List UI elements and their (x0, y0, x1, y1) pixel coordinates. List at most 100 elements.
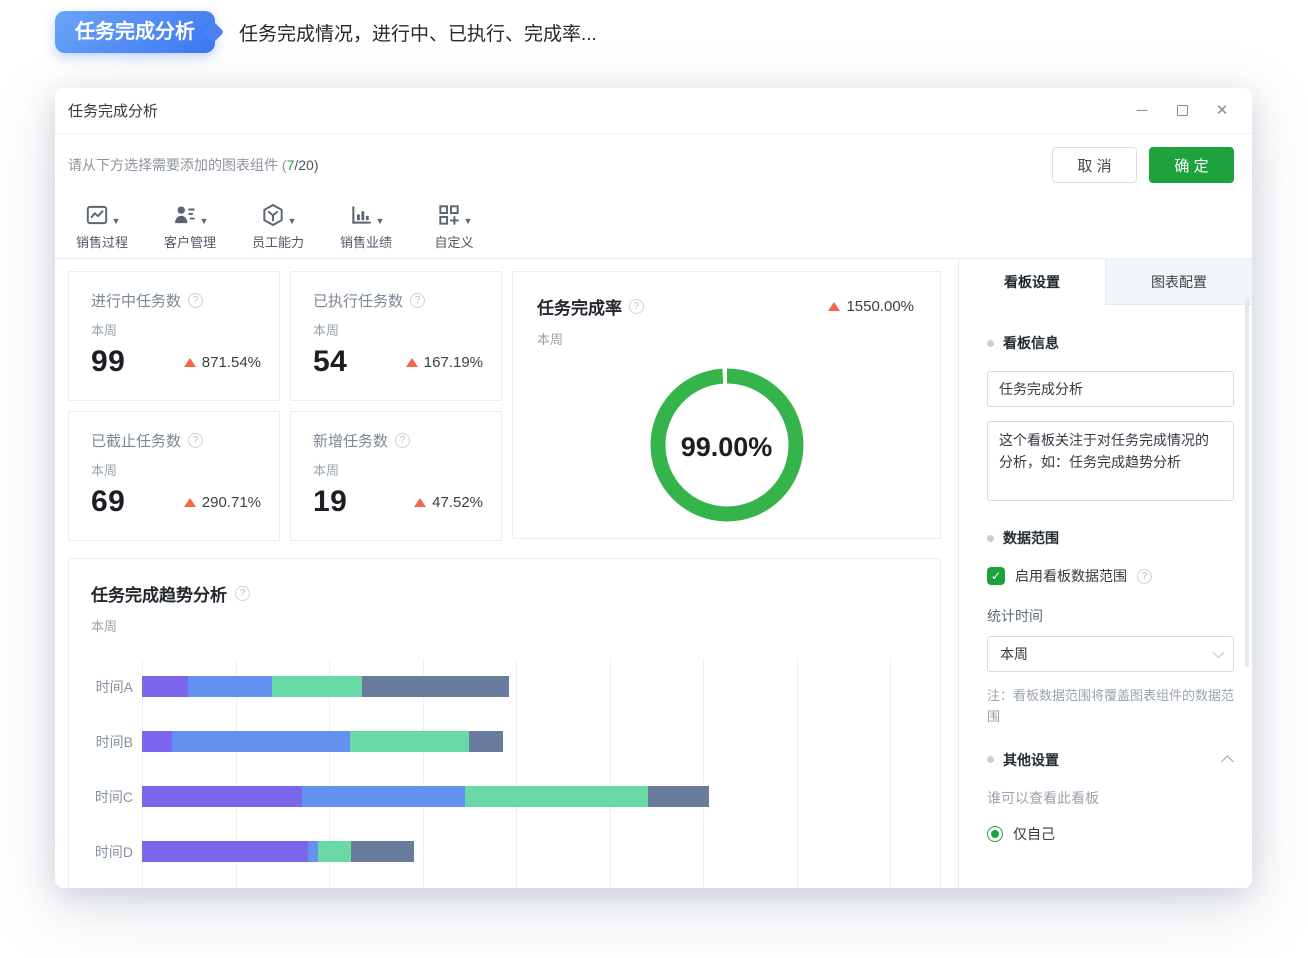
count-total: /20) (294, 157, 318, 173)
segment-slate (362, 676, 509, 697)
select-value: 本周 (1000, 644, 1028, 664)
stat-card-delta: 47.52% (414, 494, 485, 511)
radio-selected-icon (987, 826, 1003, 842)
stat-card-in-progress[interactable]: 进行中任务数 ? 本周 99 871.54% (68, 271, 280, 401)
confirm-button[interactable]: 确 定 (1149, 147, 1234, 183)
help-icon[interactable]: ? (188, 293, 203, 308)
board-name-input[interactable] (987, 371, 1234, 407)
maximize-icon[interactable] (1174, 103, 1190, 119)
segment-purple (142, 841, 308, 862)
stat-card-title: 已截止任务数 (91, 430, 181, 451)
panel-scrollbar-thumb[interactable] (1245, 299, 1249, 667)
segment-green (318, 841, 351, 862)
chart-row: 时间A (91, 659, 920, 714)
chevron-down-icon: ▼ (376, 217, 385, 228)
stat-card-period: 本周 (91, 460, 263, 479)
cancel-button[interactable]: 取 消 (1052, 147, 1137, 183)
gauge-value: 99.00% (642, 360, 812, 535)
minimize-icon[interactable]: ─ (1134, 103, 1150, 119)
maximize-glyph (1177, 105, 1188, 116)
chevron-down-icon (1213, 647, 1224, 658)
feature-badge: 任务完成分析 (55, 11, 215, 53)
help-icon[interactable]: ? (235, 586, 250, 601)
stat-card-new[interactable]: 新增任务数 ? 本周 19 47.52% (290, 411, 502, 541)
section-dot-icon (987, 535, 994, 542)
dialog-window: 任务完成分析 ─ ✕ 请从下方选择需要添加的图表组件 (7/20) 取 消 确 … (55, 88, 1252, 888)
segment-green (272, 676, 362, 697)
section-dot-icon (987, 340, 994, 347)
segment-purple (142, 786, 302, 807)
instruction-label: 请从下方选择需要添加的图表组件 ( (68, 157, 287, 173)
segment-purple (142, 676, 188, 697)
completion-rate-card[interactable]: 任务完成率 ? 本周 1550.00% (512, 271, 941, 539)
triangle-up-icon (414, 498, 426, 507)
triangle-up-icon (406, 358, 418, 367)
stat-card-closed[interactable]: 已截止任务数 ? 本周 69 290.71% (68, 411, 280, 541)
grid-plus-icon (436, 202, 462, 228)
section-title: 其他设置 (1003, 750, 1059, 770)
stacked-bar (142, 841, 920, 862)
page: 任务完成分析 任务完成情况，进行中、已执行、完成率... 任务完成分析 ─ ✕ … (0, 0, 1308, 958)
trend-chart-card[interactable]: 任务完成趋势分析 ? 本周 时间A时间B时间C时间D (68, 558, 941, 888)
window-controls: ─ ✕ (1134, 103, 1230, 119)
chart-category-label: 时间B (91, 732, 142, 752)
help-icon[interactable]: ? (410, 293, 425, 308)
section-dot-icon (987, 756, 994, 763)
help-icon[interactable]: ? (395, 433, 410, 448)
stat-card-executed[interactable]: 已执行任务数 ? 本周 54 167.19% (290, 271, 502, 401)
segment-blue (172, 731, 350, 752)
customer-icon (172, 202, 198, 228)
board-description-textarea[interactable]: 这个看板关注于对任务完成情况的分析，如：任务完成趋势分析 (987, 421, 1234, 501)
stat-card-value: 69 (91, 485, 125, 519)
tab-chart-config[interactable]: 图表配置 (1105, 259, 1252, 305)
close-icon[interactable]: ✕ (1214, 103, 1230, 119)
visibility-radio-only-me[interactable]: 仅自己 (987, 824, 1234, 844)
delta-value: 167.19% (424, 354, 483, 371)
help-icon[interactable]: ? (188, 433, 203, 448)
toolbar-item-customer-mgmt[interactable]: ▼ 客户管理 (160, 198, 220, 251)
stat-card-value: 99 (91, 345, 125, 379)
trend-chart-title: 任务完成趋势分析 (91, 581, 227, 606)
visibility-label: 谁可以查看此看板 (987, 788, 1234, 808)
chevron-down-icon: ▼ (288, 217, 297, 228)
stat-time-select[interactable]: 本周 (987, 636, 1234, 672)
action-buttons: 取 消 确 定 (1052, 147, 1234, 183)
section-data-range: 数据范围 (987, 528, 1234, 548)
stacked-bar (142, 676, 920, 697)
chevron-down-icon: ▼ (112, 217, 121, 228)
tab-board-settings[interactable]: 看板设置 (959, 259, 1105, 305)
segment-slate (469, 731, 503, 752)
toolbar-item-employee-ability[interactable]: ▼ 员工能力 (248, 198, 308, 251)
segment-blue (308, 841, 318, 862)
chart-rows: 时间A时间B时间C时间D (91, 659, 920, 879)
bar-chart-icon (348, 202, 374, 228)
settings-panel: 看板设置 图表配置 看板信息 这个看板关注于对任务完成情况的分析，如：任务完成趋… (958, 259, 1252, 888)
toolbar-item-custom[interactable]: ▼ 自定义 (424, 198, 484, 251)
segment-slate (351, 841, 414, 862)
progress-ring: 99.00% (642, 360, 812, 535)
chart-row: 时间C (91, 769, 920, 824)
segment-purple (142, 731, 172, 752)
section-board-info: 看板信息 (987, 333, 1234, 353)
triangle-up-icon (184, 498, 196, 507)
gauge-card-delta: 1550.00% (828, 298, 916, 315)
toolbar-item-sales-performance[interactable]: ▼ 销售业绩 (336, 198, 396, 251)
panel-body: 看板信息 这个看板关注于对任务完成情况的分析，如：任务完成趋势分析 数据范围 ✓… (959, 305, 1252, 844)
stacked-bar (142, 731, 920, 752)
page-header: 任务完成分析 任务完成情况，进行中、已执行、完成率... (55, 11, 597, 53)
section-title: 看板信息 (1003, 333, 1059, 353)
help-icon[interactable]: ? (629, 299, 644, 314)
chart-category-label: 时间C (91, 787, 142, 807)
toolbar-item-sales-process[interactable]: ▼ 销售过程 (72, 198, 132, 251)
toolbar-item-label: 客户管理 (164, 232, 216, 251)
panel-tabs: 看板设置 图表配置 (959, 259, 1252, 305)
chevron-up-icon[interactable] (1221, 755, 1234, 768)
stat-card-value: 54 (313, 345, 347, 379)
delta-value: 1550.00% (846, 298, 914, 315)
enable-data-range-checkbox[interactable]: ✓ 启用看板数据范围 ? (987, 566, 1234, 586)
triangle-up-icon (828, 302, 840, 311)
help-icon[interactable]: ? (1137, 569, 1152, 584)
toolbar-item-label: 员工能力 (252, 232, 304, 251)
stat-card-title: 进行中任务数 (91, 290, 181, 311)
checkbox-checked-icon: ✓ (987, 567, 1005, 585)
